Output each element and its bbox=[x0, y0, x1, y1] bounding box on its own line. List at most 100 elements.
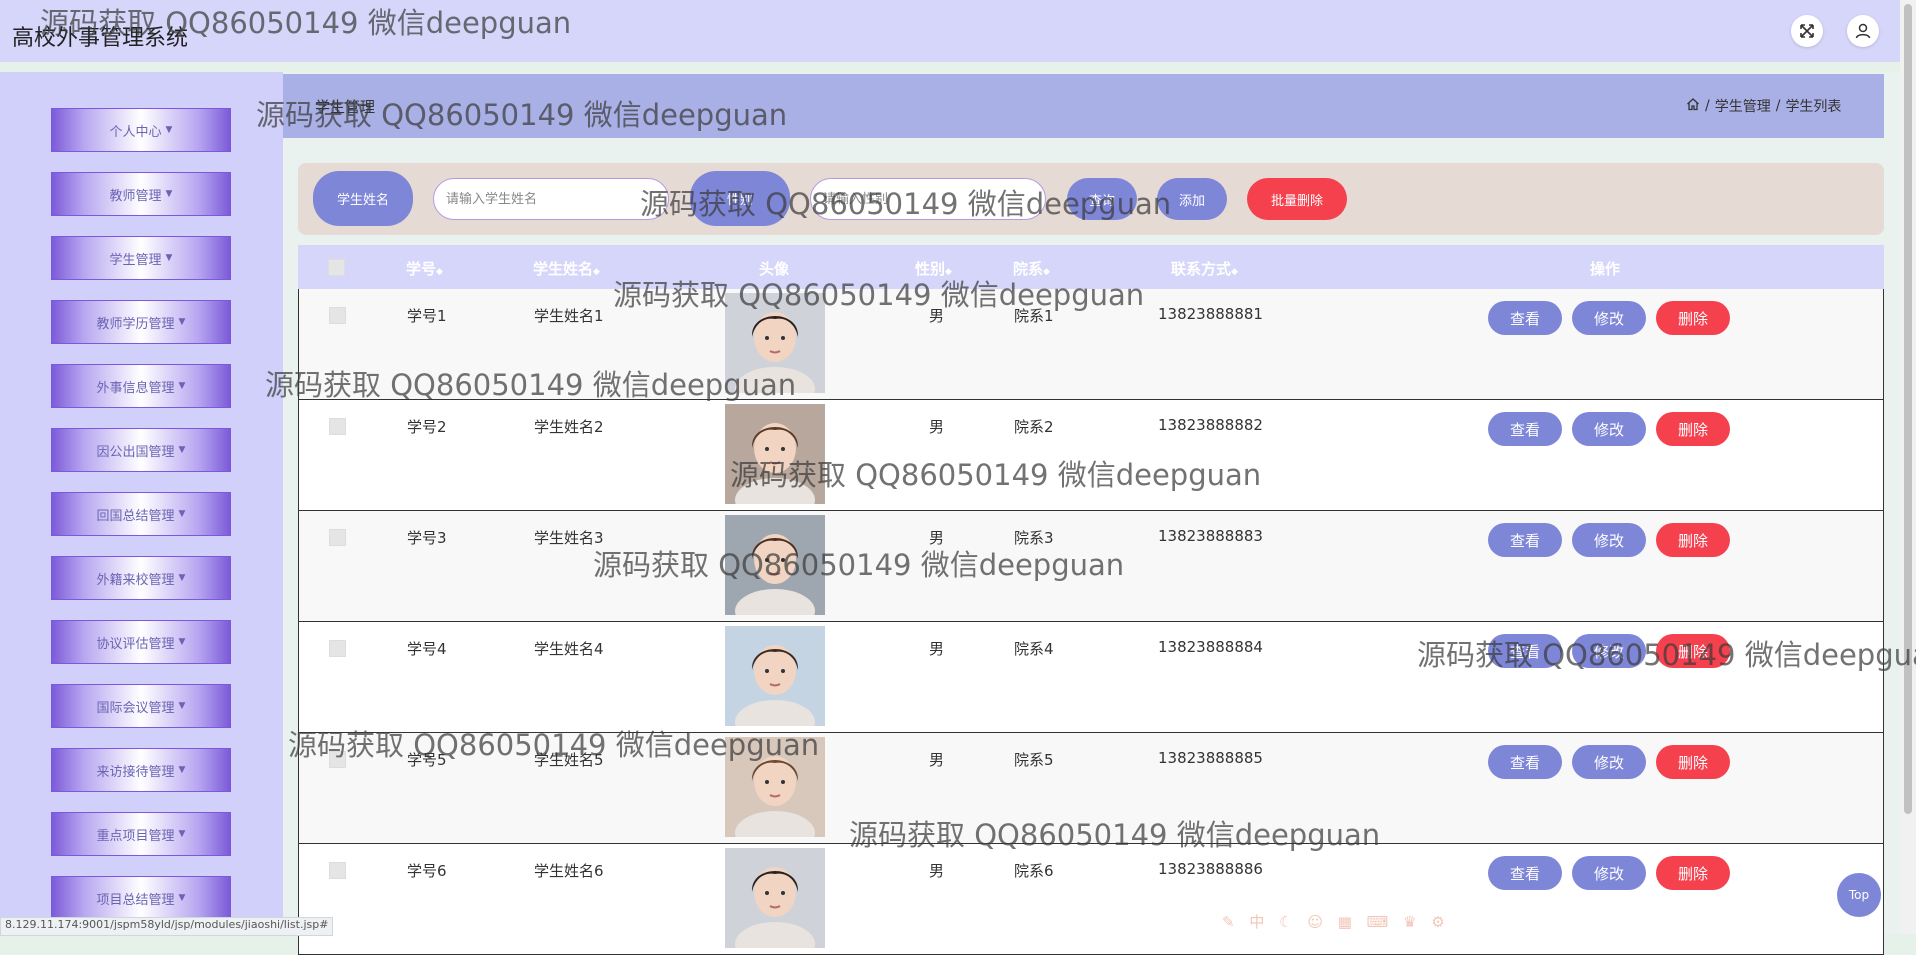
cell-phone: 13823888885 bbox=[1158, 749, 1263, 767]
sidebar-item[interactable]: 国际会议管理 ▼ bbox=[51, 684, 231, 728]
delete-button[interactable]: 删除 bbox=[1656, 634, 1730, 668]
search-button[interactable]: 查询 bbox=[1067, 178, 1137, 220]
cell-department: 院系5 bbox=[1014, 751, 1054, 769]
chevron-down-icon: ▼ bbox=[178, 765, 186, 775]
scrollbar-thumb[interactable] bbox=[1904, 4, 1912, 814]
sidebar-item-label: 重点项目管理 bbox=[96, 828, 175, 844]
chevron-down-icon: ▼ bbox=[178, 637, 186, 647]
view-button[interactable]: 查看 bbox=[1488, 523, 1562, 557]
cell-department: 院系1 bbox=[1014, 307, 1054, 325]
sidebar-item[interactable]: 教师学历管理 ▼ bbox=[51, 300, 231, 344]
view-button[interactable]: 查看 bbox=[1488, 412, 1562, 446]
cell-name: 学生姓名2 bbox=[534, 418, 604, 436]
student-avatar bbox=[725, 848, 825, 948]
edit-button[interactable]: 修改 bbox=[1572, 856, 1646, 890]
name-search-input[interactable] bbox=[433, 178, 669, 220]
sidebar-item[interactable]: 来访接待管理 ▼ bbox=[51, 748, 231, 792]
chevron-down-icon: ▼ bbox=[178, 829, 186, 839]
add-button[interactable]: 添加 bbox=[1157, 178, 1227, 220]
student-avatar bbox=[725, 737, 825, 837]
row-checkbox[interactable] bbox=[329, 751, 346, 768]
sidebar-item[interactable]: 外籍来校管理 ▼ bbox=[51, 556, 231, 600]
cell-gender: 男 bbox=[929, 862, 945, 880]
cell-phone: 13823888881 bbox=[1158, 305, 1263, 323]
sidebar-item-label: 学生管理 bbox=[109, 252, 162, 268]
sidebar-item[interactable]: 协议评估管理 ▼ bbox=[51, 620, 231, 664]
row-checkbox[interactable] bbox=[329, 640, 346, 657]
view-button[interactable]: 查看 bbox=[1488, 745, 1562, 779]
header-gender[interactable]: 性别◆ bbox=[915, 258, 952, 279]
page-title: 学生管理 bbox=[315, 98, 376, 116]
view-button[interactable]: 查看 bbox=[1488, 301, 1562, 335]
cell-name: 学生姓名6 bbox=[534, 862, 604, 880]
breadcrumb-item-student-management[interactable]: 学生管理 bbox=[1715, 96, 1771, 116]
select-all-checkbox[interactable] bbox=[328, 259, 345, 276]
cell-student-no: 学号2 bbox=[407, 418, 447, 436]
cell-phone: 13823888886 bbox=[1158, 860, 1263, 878]
sidebar-item-label: 因公出国管理 bbox=[96, 444, 175, 460]
student-avatar bbox=[725, 293, 825, 393]
sidebar-item[interactable]: 因公出国管理 ▼ bbox=[51, 428, 231, 472]
sidebar-item[interactable]: 外事信息管理 ▼ bbox=[51, 364, 231, 408]
table-row: 学号1 学生姓名1 男 院系1 13823888881 查看 修改 删除 bbox=[298, 289, 1884, 400]
row-checkbox[interactable] bbox=[329, 307, 346, 324]
table-header: 学号◆ 学生姓名◆ 头像 性别◆ 院系◆ 联系方式◆ 操作 bbox=[298, 245, 1884, 289]
view-button[interactable]: 查看 bbox=[1488, 856, 1562, 890]
cell-gender: 男 bbox=[929, 307, 945, 325]
cell-name: 学生姓名4 bbox=[534, 640, 604, 658]
edit-button[interactable]: 修改 bbox=[1572, 412, 1646, 446]
header-student-no[interactable]: 学号◆ bbox=[406, 258, 443, 279]
cell-student-no: 学号3 bbox=[407, 529, 447, 547]
delete-button[interactable]: 删除 bbox=[1656, 856, 1730, 890]
sidebar-item[interactable]: 学生管理 ▼ bbox=[51, 236, 231, 280]
table-row: 学号3 学生姓名3 男 院系3 13823888883 查看 修改 删除 bbox=[298, 511, 1884, 622]
row-checkbox[interactable] bbox=[329, 862, 346, 879]
chevron-down-icon: ▼ bbox=[165, 189, 173, 199]
cell-phone: 13823888883 bbox=[1158, 527, 1263, 545]
header-department[interactable]: 院系◆ bbox=[1013, 258, 1050, 279]
chevron-down-icon: ▼ bbox=[178, 445, 186, 455]
delete-button[interactable]: 删除 bbox=[1656, 301, 1730, 335]
cell-name: 学生姓名1 bbox=[534, 307, 604, 325]
cell-gender: 男 bbox=[929, 751, 945, 769]
chevron-down-icon: ▼ bbox=[165, 125, 173, 135]
sort-icon[interactable]: ◆ bbox=[1043, 267, 1050, 277]
sidebar-item[interactable]: 教师管理 ▼ bbox=[51, 172, 231, 216]
edit-button[interactable]: 修改 bbox=[1572, 301, 1646, 335]
back-to-top-button[interactable]: Top bbox=[1837, 873, 1881, 917]
sidebar-item[interactable]: 项目总结管理 ▼ bbox=[51, 876, 231, 920]
header-phone-label: 联系方式 bbox=[1171, 260, 1232, 278]
header-name[interactable]: 学生姓名◆ bbox=[533, 258, 600, 279]
cell-gender: 男 bbox=[929, 640, 945, 658]
sort-icon[interactable]: ◆ bbox=[436, 267, 443, 277]
chevron-down-icon: ▼ bbox=[165, 253, 173, 263]
delete-button[interactable]: 删除 bbox=[1656, 523, 1730, 557]
page-scrollbar[interactable] bbox=[1900, 0, 1916, 934]
header-department-label: 院系 bbox=[1013, 260, 1044, 278]
delete-button[interactable]: 删除 bbox=[1656, 412, 1730, 446]
row-checkbox[interactable] bbox=[329, 529, 346, 546]
sort-icon[interactable]: ◆ bbox=[1231, 267, 1238, 277]
edit-button[interactable]: 修改 bbox=[1572, 634, 1646, 668]
sort-icon[interactable]: ◆ bbox=[593, 267, 600, 277]
table-row: 学号5 学生姓名5 男 院系5 13823888885 查看 修改 删除 bbox=[298, 733, 1884, 844]
batch-delete-button[interactable]: 批量删除 bbox=[1247, 178, 1347, 220]
sidebar-item[interactable]: 个人中心 ▼ bbox=[51, 108, 231, 152]
row-checkbox[interactable] bbox=[329, 418, 346, 435]
view-button[interactable]: 查看 bbox=[1488, 634, 1562, 668]
sidebar-item[interactable]: 回国总结管理 ▼ bbox=[51, 492, 231, 536]
edit-button[interactable]: 修改 bbox=[1572, 745, 1646, 779]
sidebar-item[interactable]: 重点项目管理 ▼ bbox=[51, 812, 231, 856]
student-avatar bbox=[725, 515, 825, 615]
table-row: 学号4 学生姓名4 男 院系4 13823888884 查看 修改 删除 bbox=[298, 622, 1884, 733]
fullscreen-icon[interactable] bbox=[1791, 15, 1823, 47]
gender-search-input[interactable] bbox=[810, 178, 1046, 220]
edit-button[interactable]: 修改 bbox=[1572, 523, 1646, 557]
delete-button[interactable]: 删除 bbox=[1656, 745, 1730, 779]
student-avatar bbox=[725, 404, 825, 504]
header-phone[interactable]: 联系方式◆ bbox=[1171, 258, 1238, 279]
user-icon[interactable] bbox=[1847, 15, 1879, 47]
breadcrumb-separator: / bbox=[1705, 98, 1710, 114]
home-icon[interactable] bbox=[1686, 97, 1700, 115]
sort-icon[interactable]: ◆ bbox=[945, 267, 952, 277]
